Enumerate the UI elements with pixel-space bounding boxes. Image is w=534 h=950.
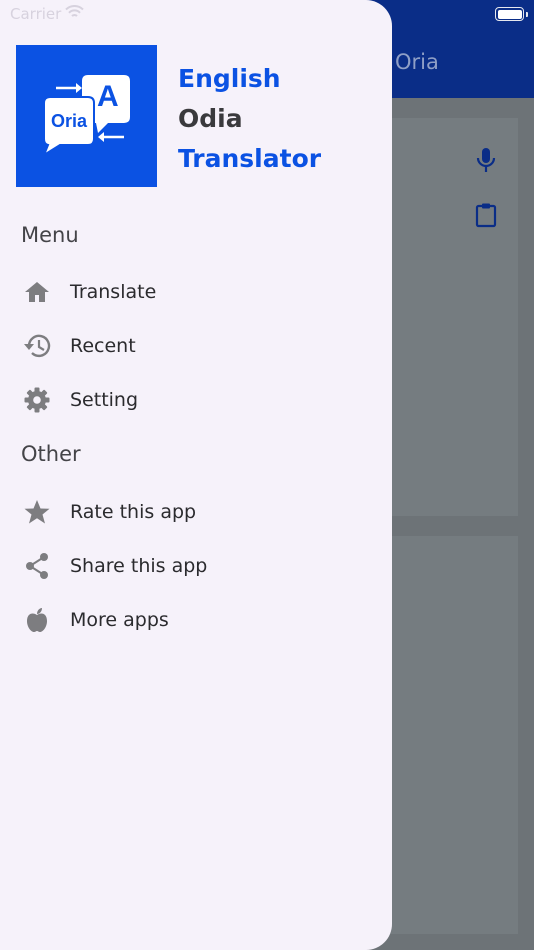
brand-line-2: Odia — [178, 104, 243, 133]
gear-icon — [23, 386, 51, 414]
history-icon — [23, 332, 51, 360]
app-title: Oria — [395, 50, 439, 74]
battery-icon — [495, 7, 528, 21]
microphone-icon[interactable] — [474, 146, 498, 174]
share-icon — [23, 552, 51, 580]
menu-item-share-app[interactable]: Share this app — [0, 540, 392, 592]
menu-item-more-apps[interactable]: More apps — [0, 594, 392, 646]
menu-item-label: Setting — [70, 389, 139, 411]
menu-item-label: Translate — [70, 281, 157, 303]
clipboard-icon[interactable] — [474, 202, 498, 228]
logo-bubble-text: Oria — [51, 111, 88, 131]
menu-item-label: Rate this app — [70, 501, 197, 523]
logo-letter: A — [97, 80, 119, 113]
apple-icon — [23, 606, 51, 634]
carrier-label: Carrier — [10, 5, 62, 23]
home-icon — [23, 278, 51, 306]
output-card[interactable] — [380, 536, 518, 934]
app-logo: Oria A — [16, 45, 157, 187]
menu-item-recent[interactable]: Recent — [0, 320, 392, 372]
menu-item-label: Share this app — [70, 555, 208, 577]
menu-item-translate[interactable]: Translate — [0, 266, 392, 318]
input-card[interactable] — [380, 118, 518, 516]
navigation-drawer: Carrier Oria A English Odia Translator M… — [0, 0, 392, 950]
menu-item-label: More apps — [70, 609, 169, 631]
menu-item-label: Recent — [70, 335, 136, 357]
brand-line-1: English — [178, 64, 281, 93]
menu-item-setting[interactable]: Setting — [0, 374, 392, 426]
menu-item-rate-app[interactable]: Rate this app — [0, 486, 392, 538]
star-icon — [23, 498, 51, 526]
other-heading: Other — [21, 442, 81, 466]
menu-heading: Menu — [21, 223, 79, 247]
brand-line-3: Translator — [178, 144, 322, 173]
wifi-icon — [65, 5, 84, 17]
